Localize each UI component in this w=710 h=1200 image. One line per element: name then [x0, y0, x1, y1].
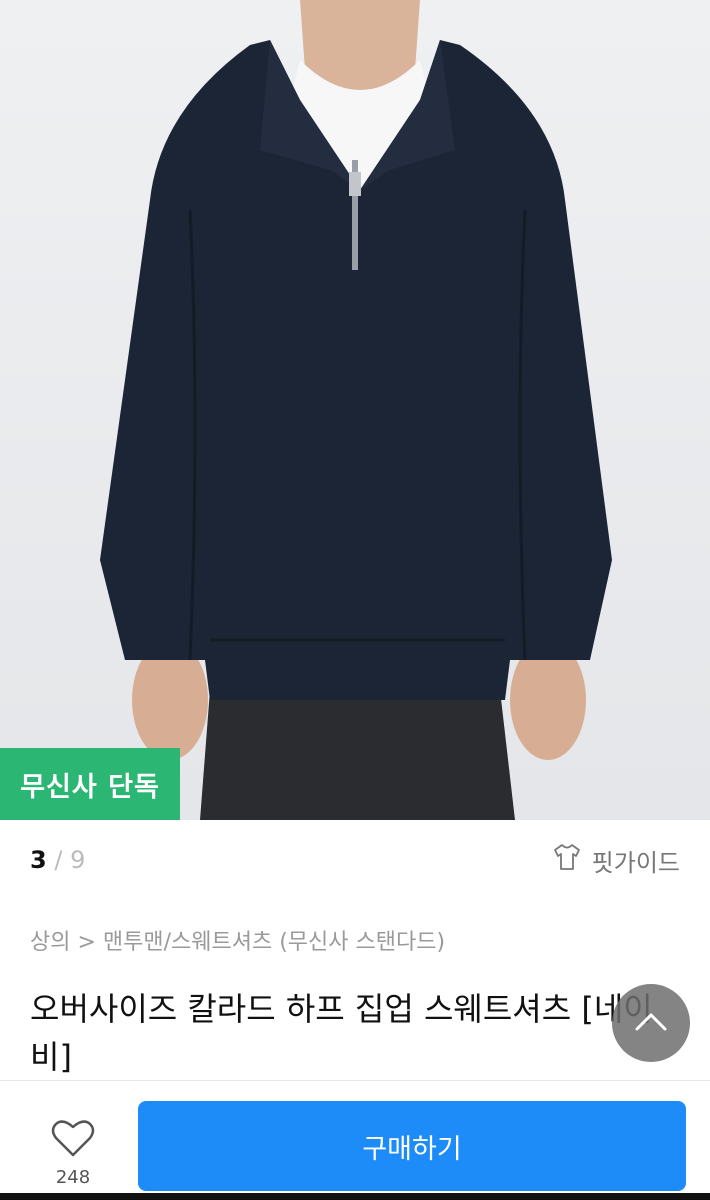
shirt-icon [552, 842, 582, 878]
buy-button[interactable]: 구매하기 [138, 1101, 686, 1191]
heart-icon [50, 1120, 96, 1163]
product-image[interactable]: 무신사 단독 [0, 0, 710, 820]
chevron-up-icon [633, 1009, 669, 1037]
fit-guide-button[interactable]: 핏가이드 [552, 842, 680, 878]
like-button[interactable]: 248 [40, 1117, 106, 1188]
breadcrumb[interactable]: 상의 > 맨투맨/스웨트셔츠 (무신사 스탠다드) [30, 924, 445, 956]
screen-bottom-edge [0, 1193, 710, 1200]
image-pager: 3 / 9 [30, 846, 85, 874]
product-title: 오버사이즈 칼라드 하프 집업 스웨트셔츠 [네이비] [30, 990, 653, 1076]
like-count: 248 [55, 1167, 91, 1188]
scroll-top-button[interactable] [612, 984, 690, 1062]
pager-total: 9 [70, 846, 86, 874]
exclusive-badge: 무신사 단독 [0, 748, 180, 820]
bottom-action-bar: 248 구매하기 [0, 1080, 710, 1194]
fit-guide-label: 핏가이드 [591, 848, 680, 877]
model-photo [0, 0, 710, 820]
pager-current: 3 [30, 846, 47, 874]
pager-separator: / [54, 846, 63, 874]
